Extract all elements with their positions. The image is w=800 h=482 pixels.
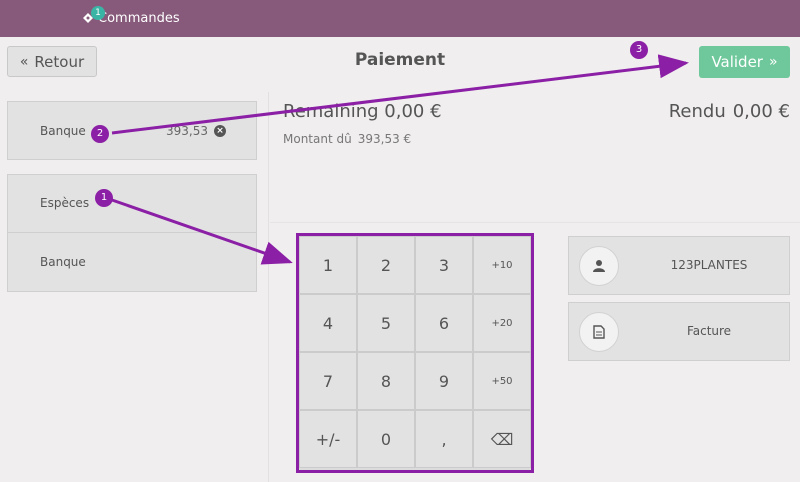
validate-label: Valider	[711, 53, 763, 71]
numpad-key-5[interactable]: 5	[357, 294, 415, 352]
payment-method-label: Espèces	[40, 196, 90, 210]
numpad: 1 2 3 +10 4 5 6 +20 7 8 9 +50 +/- 0 , ⌫	[296, 233, 534, 473]
customer-button[interactable]: 123PLANTES	[568, 236, 790, 295]
back-label: Retour	[34, 52, 85, 71]
numpad-key-decimal[interactable]: ,	[415, 410, 473, 468]
close-circle-icon[interactable]: ×	[214, 125, 226, 137]
invoice-label: Facture	[686, 324, 732, 338]
change-amount: Rendu 0,00 €	[669, 101, 790, 122]
numpad-key-plus20[interactable]: +20	[473, 294, 531, 352]
backspace-icon[interactable]: ⌫	[473, 410, 531, 468]
payment-method-label: Banque	[40, 255, 86, 269]
numpad-key-9[interactable]: 9	[415, 352, 473, 410]
payment-line-method: Banque	[40, 124, 86, 138]
numpad-key-1[interactable]: 1	[299, 236, 357, 294]
amount-due-value: 393,53 €	[357, 132, 412, 146]
orders-count-badge: 1	[91, 6, 105, 20]
validate-button[interactable]: Valider »	[699, 46, 790, 78]
page-title: Paiement	[354, 50, 446, 70]
document-icon	[579, 312, 619, 352]
numpad-key-plus10[interactable]: +10	[473, 236, 531, 294]
double-chevron-left-icon: «	[19, 53, 29, 70]
annotation-marker-3: 3	[630, 41, 648, 59]
amount-due-label: Montant dû	[283, 132, 352, 146]
payment-line[interactable]: Banque 393,53 ×	[7, 101, 257, 160]
payment-methods-list: Espèces Banque	[7, 174, 257, 292]
numpad-key-plus50[interactable]: +50	[473, 352, 531, 410]
amount-due: Montant dû 393,53 €	[283, 132, 411, 146]
annotation-marker-2: 2	[91, 125, 109, 143]
numpad-key-2[interactable]: 2	[357, 236, 415, 294]
numpad-key-8[interactable]: 8	[357, 352, 415, 410]
orders-label: Commandes	[98, 10, 180, 26]
numpad-key-0[interactable]: 0	[357, 410, 415, 468]
numpad-key-6[interactable]: 6	[415, 294, 473, 352]
remaining-amount: Remaining 0,00 €	[283, 101, 442, 122]
divider	[270, 222, 800, 223]
payment-method-cash[interactable]: Espèces	[8, 175, 256, 233]
numpad-key-4[interactable]: 4	[299, 294, 357, 352]
top-bar: Commandes 1	[0, 0, 800, 37]
change-value: 0,00 €	[732, 101, 790, 122]
back-button[interactable]: « Retour	[7, 46, 97, 77]
annotation-marker-1: 1	[95, 189, 113, 207]
payment-line-amount: 393,53	[166, 124, 208, 138]
numpad-key-7[interactable]: 7	[299, 352, 357, 410]
change-label: Rendu	[668, 101, 726, 122]
customer-label: 123PLANTES	[670, 258, 748, 272]
user-icon	[579, 246, 619, 286]
numpad-key-3[interactable]: 3	[415, 236, 473, 294]
payment-method-bank[interactable]: Banque	[8, 234, 256, 292]
numpad-key-sign[interactable]: +/-	[299, 410, 357, 468]
invoice-button[interactable]: Facture	[568, 302, 790, 361]
double-chevron-right-icon: »	[768, 54, 778, 70]
